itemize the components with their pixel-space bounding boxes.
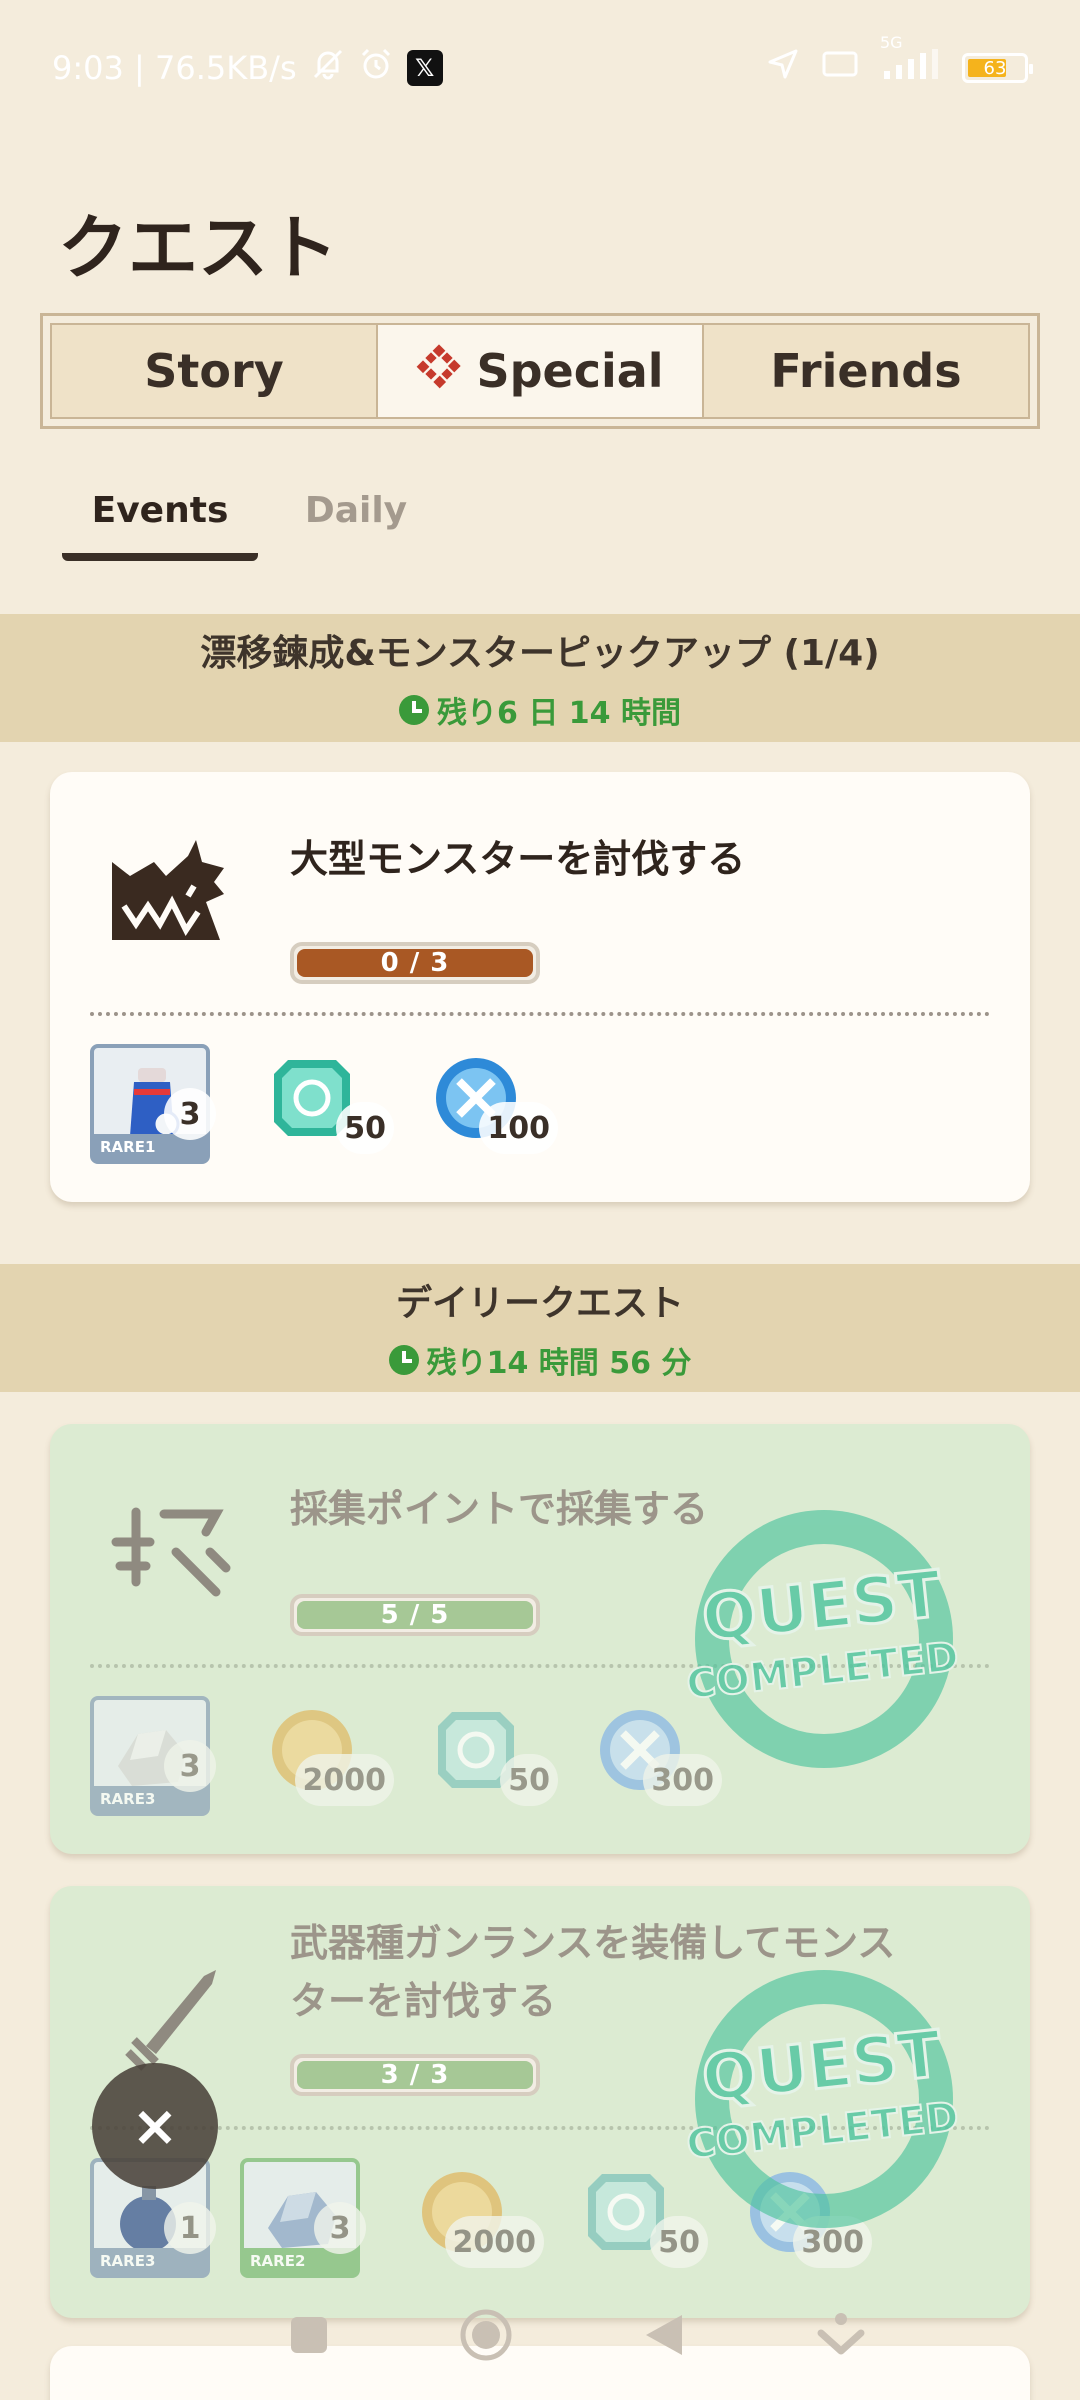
alarm-icon xyxy=(359,47,393,89)
status-bar: 9:03 | 76.5KB/s 𝕏 5G 63 xyxy=(0,33,1080,96)
reward-item[interactable]: 100 xyxy=(418,1044,558,1164)
daily-section-title: デイリークエスト xyxy=(395,1283,684,1324)
special-diamond-icon xyxy=(416,343,462,400)
quest-progress-text: 5 / 5 xyxy=(380,1600,450,1630)
reward-item[interactable]: 50 xyxy=(418,1696,558,1816)
tab-events[interactable]: Events xyxy=(62,490,258,561)
hide-nav-button[interactable] xyxy=(811,2305,871,2365)
gathering-icon xyxy=(106,1492,236,1622)
quest-progress-text: 3 / 3 xyxy=(380,2060,450,2090)
close-button[interactable]: × xyxy=(92,2063,218,2189)
reward-list: RARE1 3 50 100 xyxy=(90,1044,558,1164)
event-section-timer: 残り6 日 14 時間 xyxy=(399,688,681,732)
location-icon xyxy=(766,47,800,89)
square-icon xyxy=(290,2317,327,2353)
reward-item[interactable]: 2000 xyxy=(404,2158,544,2278)
tab-special[interactable]: Special xyxy=(376,325,702,417)
muted-bell-icon xyxy=(311,47,345,89)
triangle-back-icon xyxy=(645,2315,682,2355)
daily-section-header: デイリークエスト 残り14 時間 56 分 xyxy=(0,1264,1080,1392)
tab-daily[interactable]: Daily xyxy=(258,490,454,561)
quest-progress-text: 0 / 3 xyxy=(380,948,450,978)
battery-level: 63 xyxy=(983,57,1007,79)
reward-count: 3 xyxy=(314,2202,366,2254)
reward-count: 2000 xyxy=(294,1754,394,1806)
reward-count: 3 xyxy=(164,1740,216,1792)
divider xyxy=(90,1012,990,1016)
event-timer-text: 残り6 日 14 時間 xyxy=(437,696,681,731)
status-time-speed: 9:03 | 76.5KB/s xyxy=(52,49,297,87)
quest-completed-stamp: QUEST COMPLETED xyxy=(683,1510,962,1768)
quest-progress-bar: 3 / 3 xyxy=(290,2054,540,2096)
event-section-title: 漂移鍊成&モンスターピックアップ (1/4) xyxy=(200,633,880,674)
quest-card[interactable]: 採集ポイントで採集する 5 / 5 RARE3 3 2000 50 300 QU… xyxy=(50,1424,1030,1854)
reward-count: 100 xyxy=(479,1102,558,1154)
quest-completed-stamp: QUEST COMPLETED xyxy=(683,1970,962,2228)
x-app-icon: 𝕏 xyxy=(406,50,443,86)
reward-count: 1 xyxy=(164,2202,216,2254)
clock-icon xyxy=(399,695,430,725)
reward-count: 50 xyxy=(500,1754,558,1806)
reward-count: 50 xyxy=(336,1102,394,1154)
reward-item[interactable]: 50 xyxy=(254,1044,394,1164)
reward-item[interactable]: RARE2 3 xyxy=(240,2158,366,2278)
reward-count: 2000 xyxy=(444,2216,544,2268)
sub-tab-bar: Events Daily xyxy=(62,490,454,561)
reward-count: 3 xyxy=(164,1088,216,1140)
tab-friends[interactable]: Friends xyxy=(702,325,1028,417)
back-button[interactable] xyxy=(634,2305,694,2365)
status-left: 9:03 | 76.5KB/s 𝕏 xyxy=(52,47,443,89)
system-nav-bar xyxy=(0,2290,1080,2380)
status-right: 5G 63 xyxy=(766,33,1033,89)
tab-story[interactable]: Story xyxy=(52,325,376,417)
home-button[interactable] xyxy=(456,2305,516,2365)
tab-story-label: Story xyxy=(144,344,284,398)
quest-progress-bar: 0 / 3 xyxy=(290,942,540,984)
page-title: クエスト xyxy=(58,207,338,289)
volte-icon xyxy=(822,49,858,87)
daily-section-timer: 残り14 時間 56 分 xyxy=(388,1338,692,1382)
reward-item[interactable]: 2000 xyxy=(254,1696,394,1816)
reward-list: RARE3 3 2000 50 300 xyxy=(90,1696,722,1816)
clock-icon xyxy=(388,1345,419,1375)
quest-title: 大型モンスターを討伐する xyxy=(290,837,746,881)
quest-card[interactable]: 大型モンスターを討伐する 0 / 3 RARE1 3 50 100 xyxy=(50,772,1030,1202)
daily-timer-text: 残り14 時間 56 分 xyxy=(426,1346,692,1381)
chevron-down-icon xyxy=(817,2313,865,2355)
recent-apps-button[interactable] xyxy=(279,2305,339,2365)
circle-icon xyxy=(460,2309,512,2361)
reward-item[interactable]: RARE3 3 xyxy=(90,1696,216,1816)
top-tab-bar: Story Special Friends xyxy=(40,313,1040,429)
event-section-header: 漂移鍊成&モンスターピックアップ (1/4) 残り6 日 14 時間 xyxy=(0,614,1080,742)
quest-progress-bar: 5 / 5 xyxy=(290,1594,540,1636)
tab-friends-label: Friends xyxy=(770,344,962,398)
reward-item[interactable]: RARE1 3 xyxy=(90,1044,216,1164)
tab-special-label: Special xyxy=(476,344,664,398)
reward-item[interactable]: 50 xyxy=(568,2158,708,2278)
battery-icon: 63 xyxy=(962,53,1033,83)
network-type-label: 5G xyxy=(880,33,903,52)
monster-hunt-icon xyxy=(106,832,236,962)
signal-icon: 5G xyxy=(880,33,940,89)
